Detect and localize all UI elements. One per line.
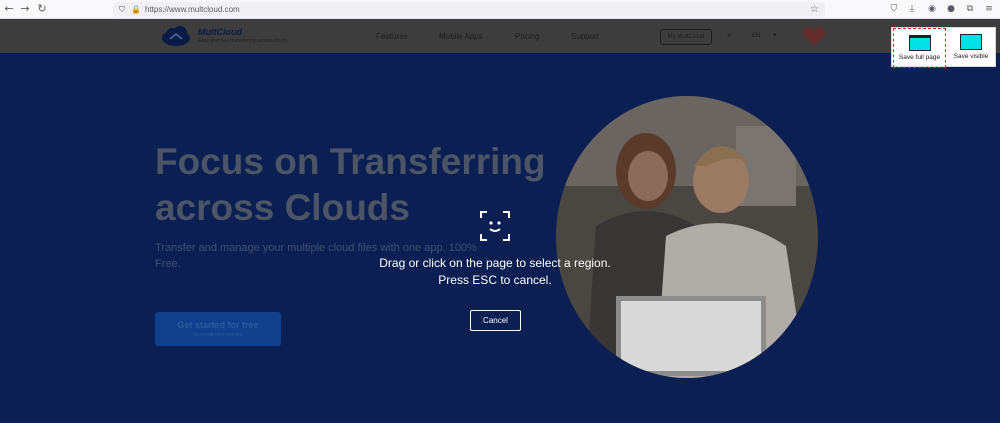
nav-support[interactable]: Support [571,32,599,41]
hero-title-line-2: across Clouds [155,187,410,228]
cta-label: Get started for free [177,320,259,330]
cta-note: No credit card needed [193,332,243,338]
get-started-button[interactable]: Get started for free No credit card need… [155,312,281,346]
account-icon[interactable]: ◉ [926,3,938,15]
nav-features[interactable]: Features [376,32,408,41]
menu-icon[interactable]: ≡ [983,3,995,15]
nav-mobile-apps[interactable]: Mobile Apps [439,32,483,41]
hero-title: Focus on Transferring across Clouds [155,139,575,231]
full-page-icon [908,35,931,51]
save-options-panel: Save full page Save visible [891,27,996,68]
visible-area-icon [960,34,982,50]
nav-pricing[interactable]: Pricing [515,32,539,41]
my-multcloud-button[interactable]: My MultCloud [660,29,712,45]
back-icon[interactable]: ← [2,2,16,16]
save-full-page-button[interactable]: Save full page [893,28,946,68]
forward-icon[interactable]: → [18,2,32,16]
browser-toolbar: ← → ↻ ⛉ 🔒 https://www.multcloud.com ☆ ⛉ … [0,0,1000,19]
search-icon[interactable]: ⌕ [727,31,732,41]
shield-icon[interactable]: ⛉ [119,4,125,15]
cancel-button[interactable]: Cancel [470,310,521,331]
bookmark-star-icon[interactable]: ☆ [810,3,819,16]
extensions-icon[interactable]: ⧉ [964,3,976,15]
reload-icon[interactable]: ↻ [35,2,49,16]
logo-tagline: Easy and free transferring across clouds [198,38,288,44]
language-selector[interactable]: EN [752,33,760,39]
logo-name[interactable]: MultCloud [198,27,242,37]
overlay-instruction: Drag or click on the page to select a re… [379,256,611,287]
download-icon[interactable]: ⤓ [906,3,918,15]
site-header: MultCloud Easy and free transferring acr… [0,19,1000,53]
address-bar[interactable]: ⛉ 🔒 https://www.multcloud.com ☆ [113,2,825,17]
chevron-down-icon[interactable]: ▾ [773,31,777,39]
hero-photo-art [556,96,818,378]
hero-photo [556,96,818,378]
multcloud-logo-icon[interactable] [160,25,192,47]
save-full-page-label: Save full page [898,54,941,61]
save-visible-label: Save visible [953,53,989,60]
save-visible-button[interactable]: Save visible [947,28,995,68]
profile-icon[interactable]: ● [945,3,957,15]
promo-heart-icon[interactable] [800,26,828,48]
pocket-icon[interactable]: ⛉ [888,3,900,15]
url-text[interactable]: https://www.multcloud.com [145,4,240,15]
hero-title-line-1: Focus on Transferring [155,141,546,182]
lock-icon[interactable]: 🔒 [131,4,141,15]
screenshot-face-icon [480,211,510,241]
